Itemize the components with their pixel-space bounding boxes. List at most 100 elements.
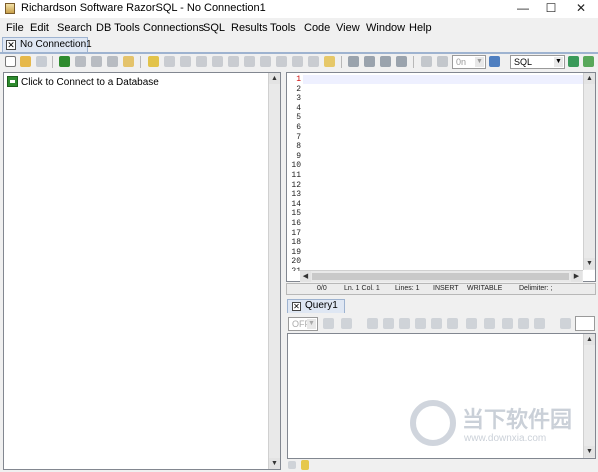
lowercase-icon[interactable]	[308, 56, 319, 67]
menu-file[interactable]: File	[6, 22, 24, 34]
sql-history-icon[interactable]	[324, 56, 335, 67]
scroll-up-arrow[interactable]: ▲	[269, 73, 280, 84]
scroll-left-arrow[interactable]: ◀	[300, 271, 311, 282]
chevron-down-icon: ▼	[475, 57, 484, 67]
db-tool-icon[interactable]	[107, 56, 118, 67]
sql-editor[interactable]: 1 2 3 4 5 6 7 8 9 10 11 12 13 14 15 16 1…	[286, 72, 596, 282]
export-icon[interactable]	[323, 318, 334, 329]
line-number: 11	[291, 171, 301, 180]
rows-combo[interactable]: 0n ▼	[452, 55, 486, 69]
minimize-button[interactable]: —	[508, 0, 538, 18]
indent-icon[interactable]	[260, 56, 271, 67]
editor-vertical-scrollbar[interactable]: ▲ ▼	[583, 73, 595, 270]
tree-vertical-scrollbar[interactable]: ▲ ▼	[268, 73, 280, 469]
refresh-icon[interactable]	[568, 56, 579, 67]
connections-tree-panel[interactable]: Click to Connect to a Database ▲ ▼	[3, 72, 281, 470]
calendar-icon[interactable]	[489, 56, 500, 67]
scroll-down-arrow[interactable]: ▼	[269, 458, 280, 469]
editor-horizontal-scrollbar[interactable]: ◀ ▶	[300, 270, 583, 282]
execute-sql-icon[interactable]	[148, 56, 159, 67]
line-number: 6	[296, 123, 301, 132]
open-folder-icon[interactable]	[20, 56, 31, 67]
sort-icon[interactable]	[341, 318, 352, 329]
line-number: 4	[296, 103, 301, 113]
scroll-right-arrow[interactable]: ▶	[571, 271, 582, 282]
tab-query1[interactable]: ✕ Query1	[287, 299, 345, 313]
menu-code[interactable]: Code	[304, 22, 330, 34]
close-window-button[interactable]: ✕	[566, 0, 596, 18]
tab-no-connection1[interactable]: ✕ No Connection1	[2, 37, 92, 53]
grid-icon[interactable]	[583, 56, 594, 67]
format-sql-icon[interactable]	[212, 56, 223, 67]
arrow-left-icon[interactable]	[437, 56, 448, 67]
arrow-down-icon[interactable]	[380, 56, 391, 67]
close-tab-icon[interactable]: ✕	[292, 302, 301, 311]
unindent-icon[interactable]	[276, 56, 287, 67]
maximize-button[interactable]: ☐	[536, 0, 566, 18]
scroll-up-arrow[interactable]: ▲	[584, 73, 595, 84]
click-to-connect-item[interactable]: Click to Connect to a Database	[7, 76, 159, 88]
explain-plan-icon[interactable]	[196, 56, 207, 67]
scroll-thumb[interactable]	[312, 273, 569, 280]
chevron-down-icon: ▼	[554, 57, 563, 67]
connect-icon[interactable]	[59, 56, 70, 67]
app-icon	[5, 3, 15, 14]
comment-icon[interactable]	[228, 56, 239, 67]
line-number: 16	[291, 219, 301, 228]
scroll-up-arrow[interactable]: ▲	[584, 334, 595, 345]
compare-icon[interactable]	[399, 318, 410, 329]
scroll-down-arrow[interactable]: ▼	[584, 258, 595, 269]
text-view-icon[interactable]	[518, 318, 529, 329]
pin-icon[interactable]	[560, 318, 571, 329]
menu-window[interactable]: Window	[366, 22, 405, 34]
filter-icon[interactable]	[415, 318, 426, 329]
connect-label: Click to Connect to a Database	[21, 77, 159, 88]
delete-row-icon[interactable]	[484, 318, 495, 329]
menu-connections[interactable]: Connections	[143, 22, 204, 34]
menu-sql[interactable]: SQL	[203, 22, 225, 34]
menu-db-tools[interactable]: DB Tools	[96, 22, 140, 34]
menu-edit[interactable]: Edit	[30, 22, 49, 34]
db-object-icon[interactable]	[91, 56, 102, 67]
link-icon[interactable]	[383, 318, 394, 329]
line-number: 19	[291, 247, 301, 257]
chart-icon[interactable]	[534, 318, 545, 329]
insert-row-icon[interactable]	[466, 318, 477, 329]
new-file-icon[interactable]	[5, 56, 16, 67]
grid-view-icon[interactable]	[502, 318, 513, 329]
checkmark-icon[interactable]	[421, 56, 432, 67]
uncomment-icon[interactable]	[244, 56, 255, 67]
line-number: 1	[296, 75, 301, 84]
line-number: 17	[291, 228, 301, 238]
sync-icon[interactable]	[431, 318, 442, 329]
connect-icon	[7, 76, 18, 87]
close-tab-icon[interactable]: ✕	[6, 40, 16, 50]
menu-results[interactable]: Results	[231, 22, 268, 34]
off-combo[interactable]: OFF ▼	[288, 317, 318, 331]
execute-all-icon[interactable]	[164, 56, 175, 67]
menu-view[interactable]: View	[336, 22, 360, 34]
arrow-up-icon[interactable]	[396, 56, 407, 67]
scroll-down-arrow[interactable]: ▼	[584, 446, 595, 457]
editor-status-bar: 0/0 Ln. 1 Col. 1 Lines: 1 INSERT WRITABL…	[286, 283, 596, 295]
sql-type-combo[interactable]: SQL ▼	[510, 55, 565, 69]
menu-search[interactable]: Search	[57, 22, 92, 34]
results-search-input[interactable]	[575, 316, 595, 331]
db-browse-icon[interactable]	[123, 56, 134, 67]
results-vertical-scrollbar[interactable]: ▲ ▼	[583, 334, 595, 458]
execute-script-icon[interactable]	[180, 56, 191, 67]
menu-tools[interactable]: Tools	[270, 22, 296, 34]
undo-icon[interactable]	[367, 318, 378, 329]
line-number: 20	[291, 257, 301, 267]
line-number: 14	[291, 199, 301, 209]
status-lines: Lines: 1	[395, 285, 420, 292]
arrow-right-icon[interactable]	[348, 56, 359, 67]
copy-icon[interactable]	[447, 318, 458, 329]
line-number: 15	[291, 209, 301, 219]
save-icon[interactable]	[36, 56, 47, 67]
toolbar-separator	[52, 56, 53, 68]
swap-icon[interactable]	[364, 56, 375, 67]
disconnect-icon[interactable]	[75, 56, 86, 67]
uppercase-icon[interactable]	[292, 56, 303, 67]
menu-help[interactable]: Help	[409, 22, 432, 34]
